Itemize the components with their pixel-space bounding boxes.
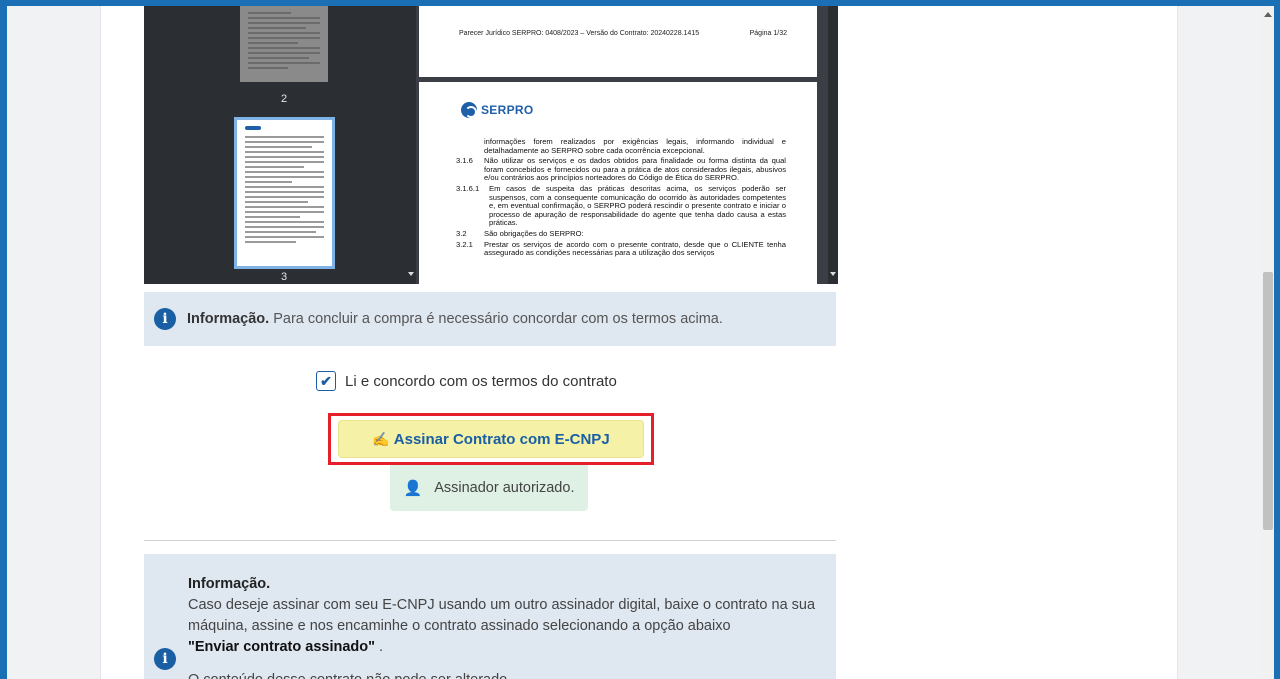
browser-frame: 2 3 Parecer Jurídico SERPRO: 0408/2023 –… — [0, 0, 1280, 679]
page-label: Página 1/32 — [749, 30, 787, 37]
info-icon: i — [154, 648, 176, 670]
thumbnail-logo — [245, 126, 261, 130]
authorized-signer-badge: 👤 Assinador autorizado. — [390, 465, 588, 511]
scroll-down-icon[interactable] — [408, 272, 414, 276]
scrollbar-thumb[interactable] — [1263, 272, 1273, 530]
info-box-title: Informação. — [188, 576, 271, 592]
agree-label[interactable]: Li e concordo com os termos do contrato — [345, 373, 617, 390]
clause: 3.2.1 Prestar os serviços de acordo com … — [456, 239, 786, 258]
thumbnail-sidebar[interactable]: 2 3 — [144, 6, 416, 284]
serpro-logo-icon — [461, 102, 477, 118]
clause: 3.1.6 Não utilizar os serviços e os dado… — [456, 156, 786, 183]
agree-checkbox[interactable]: ✔ — [316, 371, 336, 391]
check-icon: ✔ — [320, 372, 332, 389]
info-box-note: O conteúdo desse contrato não pode ser a… — [188, 670, 828, 679]
info-banner-text: Informação. Para concluir a compra é nec… — [187, 311, 723, 327]
serpro-logo: SERPRO — [461, 102, 533, 118]
signature-icon: ✍ — [372, 430, 390, 447]
divider — [144, 540, 836, 541]
clause: 3.2 São obrigações do SERPRO: — [456, 228, 584, 238]
agree-checkbox-row[interactable]: ✔ Li e concordo com os termos do contrat… — [316, 371, 617, 391]
pdf-page-2: SERPRO informações forem realizados por … — [419, 82, 817, 284]
sign-contract-button[interactable]: ✍ Assinar Contrato com E-CNPJ — [338, 420, 644, 458]
page-scrollbar[interactable] — [1262, 6, 1274, 679]
info-box: i Informação. Caso deseje assinar com se… — [144, 554, 836, 679]
info-box-text: Caso deseje assinar com seu E-CNPJ usand… — [188, 597, 816, 655]
thumbnail-page-3[interactable] — [234, 117, 335, 269]
user-lock-icon: 👤 — [403, 480, 423, 497]
thumbnail-scrollbar[interactable] — [406, 6, 416, 284]
info-icon: i — [154, 308, 176, 330]
clause: 3.1.6.1 Em casos de suspeita das prática… — [456, 183, 786, 228]
thumbnail-number: 3 — [280, 271, 288, 283]
scroll-down-icon[interactable] — [830, 272, 836, 276]
scroll-up-icon[interactable] — [1264, 12, 1272, 17]
pdf-viewer[interactable]: 2 3 Parecer Jurídico SERPRO: 0408/2023 –… — [144, 6, 838, 284]
page-header-text: Parecer Jurídico SERPRO: 0408/2023 – Ver… — [459, 30, 700, 37]
send-signed-contract-option: "Enviar contrato assinado" — [188, 639, 375, 655]
pdf-page-1: Parecer Jurídico SERPRO: 0408/2023 – Ver… — [419, 6, 817, 77]
info-banner: i Informação. Para concluir a compra é n… — [144, 292, 836, 346]
thumbnail-page-2[interactable] — [240, 6, 328, 82]
clause: informações forem realizados por exigênc… — [484, 137, 786, 155]
pdf-pages[interactable]: Parecer Jurídico SERPRO: 0408/2023 – Ver… — [416, 6, 838, 284]
page-body: informações forem realizados por exigênc… — [456, 137, 786, 260]
thumbnail-number: 2 — [280, 93, 288, 105]
info-box-content: Informação. Caso deseje assinar com seu … — [188, 574, 828, 679]
pages-scrollbar[interactable] — [828, 6, 838, 284]
